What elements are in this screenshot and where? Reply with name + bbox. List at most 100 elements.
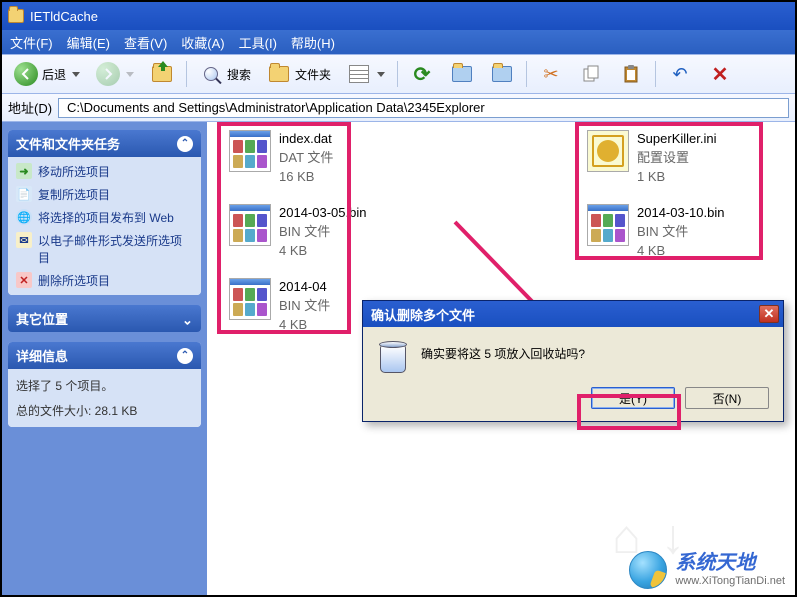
delete-button[interactable]: ✕ (702, 59, 738, 89)
forward-icon (96, 62, 120, 86)
menu-file[interactable]: 文件(F) (10, 33, 53, 52)
yes-button[interactable]: 是(Y) (591, 387, 675, 409)
separator (186, 61, 187, 87)
cut-button[interactable]: ✂ (533, 59, 569, 89)
file-item[interactable]: 2014-03-10.bin BIN 文件 4 KB (583, 200, 797, 262)
confirm-delete-dialog: 确认删除多个文件 ✕ 确实要将这 5 项放入回收站吗? 是(Y) 否(N) (362, 300, 784, 422)
undo-icon: ↶ (668, 62, 692, 86)
folder-up-icon (150, 62, 174, 86)
dialog-title-bar[interactable]: 确认删除多个文件 ✕ (363, 301, 783, 327)
file-size: 16 KB (279, 168, 333, 187)
forward-button[interactable] (90, 59, 140, 89)
no-button[interactable]: 否(N) (685, 387, 769, 409)
menu-view[interactable]: 查看(V) (124, 33, 167, 52)
toolbar: 后退 搜索 文件夹 ⟳ ✂ ↶ ✕ (2, 54, 795, 94)
views-button[interactable] (341, 59, 391, 89)
window-title: IETldCache (30, 9, 98, 24)
task-label: 移动所选项目 (38, 163, 110, 180)
folders-icon (267, 62, 291, 86)
address-field[interactable] (58, 98, 789, 118)
file-type: BIN 文件 (637, 223, 724, 242)
back-icon (14, 62, 38, 86)
watermark-text-cn: 系统天地 (675, 551, 785, 575)
sidebar-item-email[interactable]: ✉ 以电子邮件形式发送所选项目 (16, 232, 193, 266)
folder-move-icon (450, 62, 474, 86)
back-button[interactable]: 后退 (8, 59, 86, 89)
sync-button[interactable]: ⟳ (404, 59, 440, 89)
copy-button[interactable] (573, 59, 609, 89)
file-item[interactable]: 2014-03-05.bin BIN 文件 4 KB (225, 200, 565, 262)
dialog-body: 确实要将这 5 项放入回收站吗? (363, 327, 783, 387)
tasks-panel: 文件和文件夹任务 ⌃ ➜移动所选项目 📄复制所选项目 🌐将选择的项目发布到 We… (8, 130, 201, 295)
file-size: 1 KB (637, 168, 717, 187)
menu-favorites[interactable]: 收藏(A) (181, 33, 224, 52)
menu-help[interactable]: 帮助(H) (291, 33, 335, 52)
file-name: 2014-04 (279, 278, 330, 297)
search-button[interactable]: 搜索 (193, 59, 257, 89)
file-icon (229, 204, 271, 246)
menu-tools[interactable]: 工具(I) (239, 33, 277, 52)
menu-edit[interactable]: 编辑(E) (67, 33, 110, 52)
sidebar: 文件和文件夹任务 ⌃ ➜移动所选项目 📄复制所选项目 🌐将选择的项目发布到 We… (2, 122, 207, 595)
dialog-message: 确实要将这 5 项放入回收站吗? (421, 341, 585, 362)
details-panel-header[interactable]: 详细信息 ⌃ (8, 342, 201, 369)
file-info: SuperKiller.ini 配置设置 1 KB (637, 130, 717, 187)
globe-icon (629, 551, 667, 589)
undo-button[interactable]: ↶ (662, 59, 698, 89)
watermark: 系统天地 www.XiTongTianDi.net (629, 551, 785, 589)
delete-icon: ✕ (16, 272, 32, 288)
sidebar-item-move[interactable]: ➜移动所选项目 (16, 163, 193, 180)
file-type: 配置设置 (637, 149, 717, 168)
address-input[interactable] (67, 100, 784, 115)
dialog-buttons: 是(Y) 否(N) (363, 387, 783, 421)
details-line2: 总的文件大小: 28.1 KB (16, 402, 193, 419)
file-type: BIN 文件 (279, 297, 330, 316)
file-size: 4 KB (637, 242, 724, 261)
folder-icon (8, 9, 24, 23)
close-button[interactable]: ✕ (759, 305, 779, 323)
address-bar: 地址(D) (2, 94, 795, 122)
collapse-icon: ⌃ (177, 136, 193, 152)
separator (397, 61, 398, 87)
file-icon (229, 130, 271, 172)
recycle-bin-icon (377, 341, 409, 375)
file-size: 4 KB (279, 316, 330, 335)
back-label: 后退 (42, 66, 66, 83)
collapse-icon: ⌃ (177, 348, 193, 364)
file-info: 2014-04 BIN 文件 4 KB (279, 278, 330, 335)
mail-icon: ✉ (16, 232, 32, 248)
chevron-down-icon (72, 72, 80, 77)
folder-copy-button[interactable] (484, 59, 520, 89)
file-info: index.dat DAT 文件 16 KB (279, 130, 333, 187)
details-title: 详细信息 (16, 346, 68, 365)
file-name: 2014-03-10.bin (637, 204, 724, 223)
menu-bar: 文件(F) 编辑(E) 查看(V) 收藏(A) 工具(I) 帮助(H) (2, 30, 795, 54)
tasks-panel-body: ➜移动所选项目 📄复制所选项目 🌐将选择的项目发布到 Web ✉ 以电子邮件形式发… (8, 157, 201, 295)
task-label: 复制所选项目 (38, 186, 110, 203)
file-info: 2014-03-05.bin BIN 文件 4 KB (279, 204, 366, 261)
folders-button[interactable]: 文件夹 (261, 59, 337, 89)
tasks-panel-header[interactable]: 文件和文件夹任务 ⌃ (8, 130, 201, 157)
sidebar-item-copy[interactable]: 📄复制所选项目 (16, 186, 193, 203)
task-label: 删除所选项目 (38, 272, 110, 289)
folder-copy-icon (490, 62, 514, 86)
up-button[interactable] (144, 59, 180, 89)
file-item[interactable]: index.dat DAT 文件 16 KB (225, 126, 565, 188)
search-label: 搜索 (227, 66, 251, 83)
file-item[interactable]: SuperKiller.ini 配置设置 1 KB (583, 126, 797, 188)
sidebar-item-publish[interactable]: 🌐将选择的项目发布到 Web (16, 209, 193, 226)
file-name: SuperKiller.ini (637, 130, 717, 149)
refresh-icon: ⟳ (410, 62, 434, 86)
details-body: 选择了 5 个项目。 总的文件大小: 28.1 KB (8, 369, 201, 427)
other-places-panel-header[interactable]: 其它位置 ⌃ (8, 305, 201, 332)
views-icon (347, 62, 371, 86)
folder-move-button[interactable] (444, 59, 480, 89)
task-label: 以电子邮件形式发送所选项目 (38, 232, 193, 266)
file-size: 4 KB (279, 242, 366, 261)
tasks-panel-title: 文件和文件夹任务 (16, 134, 120, 153)
file-type: BIN 文件 (279, 223, 366, 242)
paste-button[interactable] (613, 59, 649, 89)
title-bar: IETldCache (2, 2, 795, 30)
sidebar-item-delete[interactable]: ✕ 删除所选项目 (16, 272, 193, 289)
clipboard-icon (619, 62, 643, 86)
